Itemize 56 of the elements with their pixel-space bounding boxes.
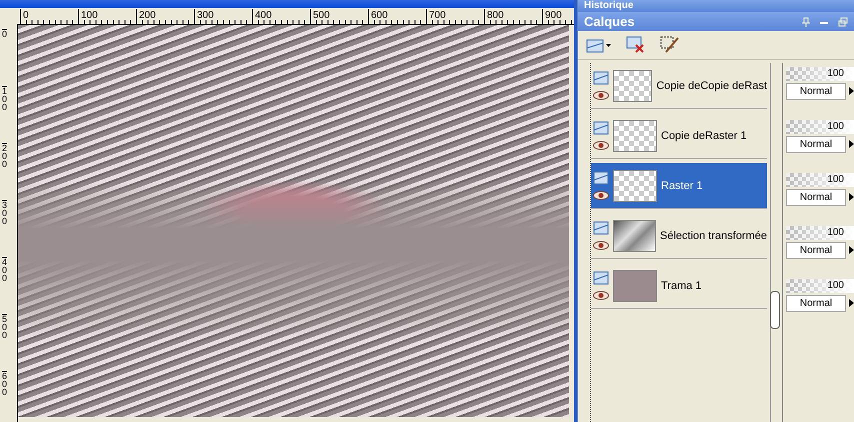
dropdown-arrow-icon[interactable] xyxy=(847,85,854,97)
layer-thumbnail xyxy=(613,70,652,102)
ruler-label: 800 xyxy=(484,9,504,23)
layer-icon xyxy=(593,221,609,235)
panel-title: Calques xyxy=(584,13,635,30)
layer-thumbnail xyxy=(613,170,657,202)
restore-icon[interactable] xyxy=(838,16,848,26)
opacity-value: 100 xyxy=(827,279,844,293)
layer-name: Sélection transformée xyxy=(660,230,767,242)
eye-icon[interactable] xyxy=(593,241,609,250)
opacity-value: 100 xyxy=(827,226,844,240)
ruler-label: 300 xyxy=(2,200,7,225)
dropdown-arrow-icon[interactable] xyxy=(847,297,854,309)
layer-name: Copie deRaster 1 xyxy=(661,130,747,142)
layer-name: Trama 1 xyxy=(661,280,702,292)
eye-icon[interactable] xyxy=(593,91,609,100)
ruler-label: 400 xyxy=(2,257,7,282)
ruler-label: 0 xyxy=(20,9,29,23)
layer-row[interactable]: Raster 1 xyxy=(591,163,767,209)
ruler-label: 400 xyxy=(252,9,272,23)
ruler-label: 300 xyxy=(194,9,214,23)
ruler-label: 600 xyxy=(368,9,388,23)
ruler-label: 100 xyxy=(78,9,98,23)
opacity-value: 100 xyxy=(827,173,844,187)
mask-brush-icon[interactable] xyxy=(660,36,680,54)
eye-icon[interactable] xyxy=(593,291,609,300)
dropdown-arrow-icon[interactable] xyxy=(847,138,854,150)
layer-thumbnail xyxy=(613,270,657,302)
panel-title: Historique xyxy=(584,0,634,12)
opacity-value: 100 xyxy=(827,120,844,134)
dropdown-arrow-icon[interactable] xyxy=(847,244,854,256)
layer-name: Raster 1 xyxy=(661,180,703,192)
layer-thumbnail xyxy=(613,120,657,152)
eye-icon[interactable] xyxy=(593,141,609,150)
layer-icon xyxy=(593,271,609,285)
layer-icon xyxy=(593,121,609,135)
pin-icon[interactable] xyxy=(802,16,810,26)
ruler-label: 100 xyxy=(2,86,7,111)
scrollbar-thumb[interactable] xyxy=(770,291,780,329)
delete-layer-icon[interactable] xyxy=(626,36,646,54)
ruler-label: 900 xyxy=(542,9,562,23)
layer-icon xyxy=(593,71,609,85)
ruler-label: 500 xyxy=(2,314,7,339)
dropdown-arrow-icon[interactable] xyxy=(847,191,854,203)
layer-name: Copie deCopie deRast xyxy=(656,80,767,92)
layer-icon xyxy=(593,171,609,185)
opacity-value: 100 xyxy=(827,67,844,81)
ruler-label: 200 xyxy=(2,143,7,168)
ruler-label: 200 xyxy=(136,9,156,23)
layer-thumbnail xyxy=(613,220,656,252)
ruler-label: 500 xyxy=(310,9,330,23)
eye-icon[interactable] xyxy=(593,191,609,200)
ruler-label: 700 xyxy=(426,9,446,23)
new-layer-icon[interactable] xyxy=(586,37,612,53)
ruler-label: 600 xyxy=(2,371,7,396)
ruler-label: 0 xyxy=(2,29,7,38)
